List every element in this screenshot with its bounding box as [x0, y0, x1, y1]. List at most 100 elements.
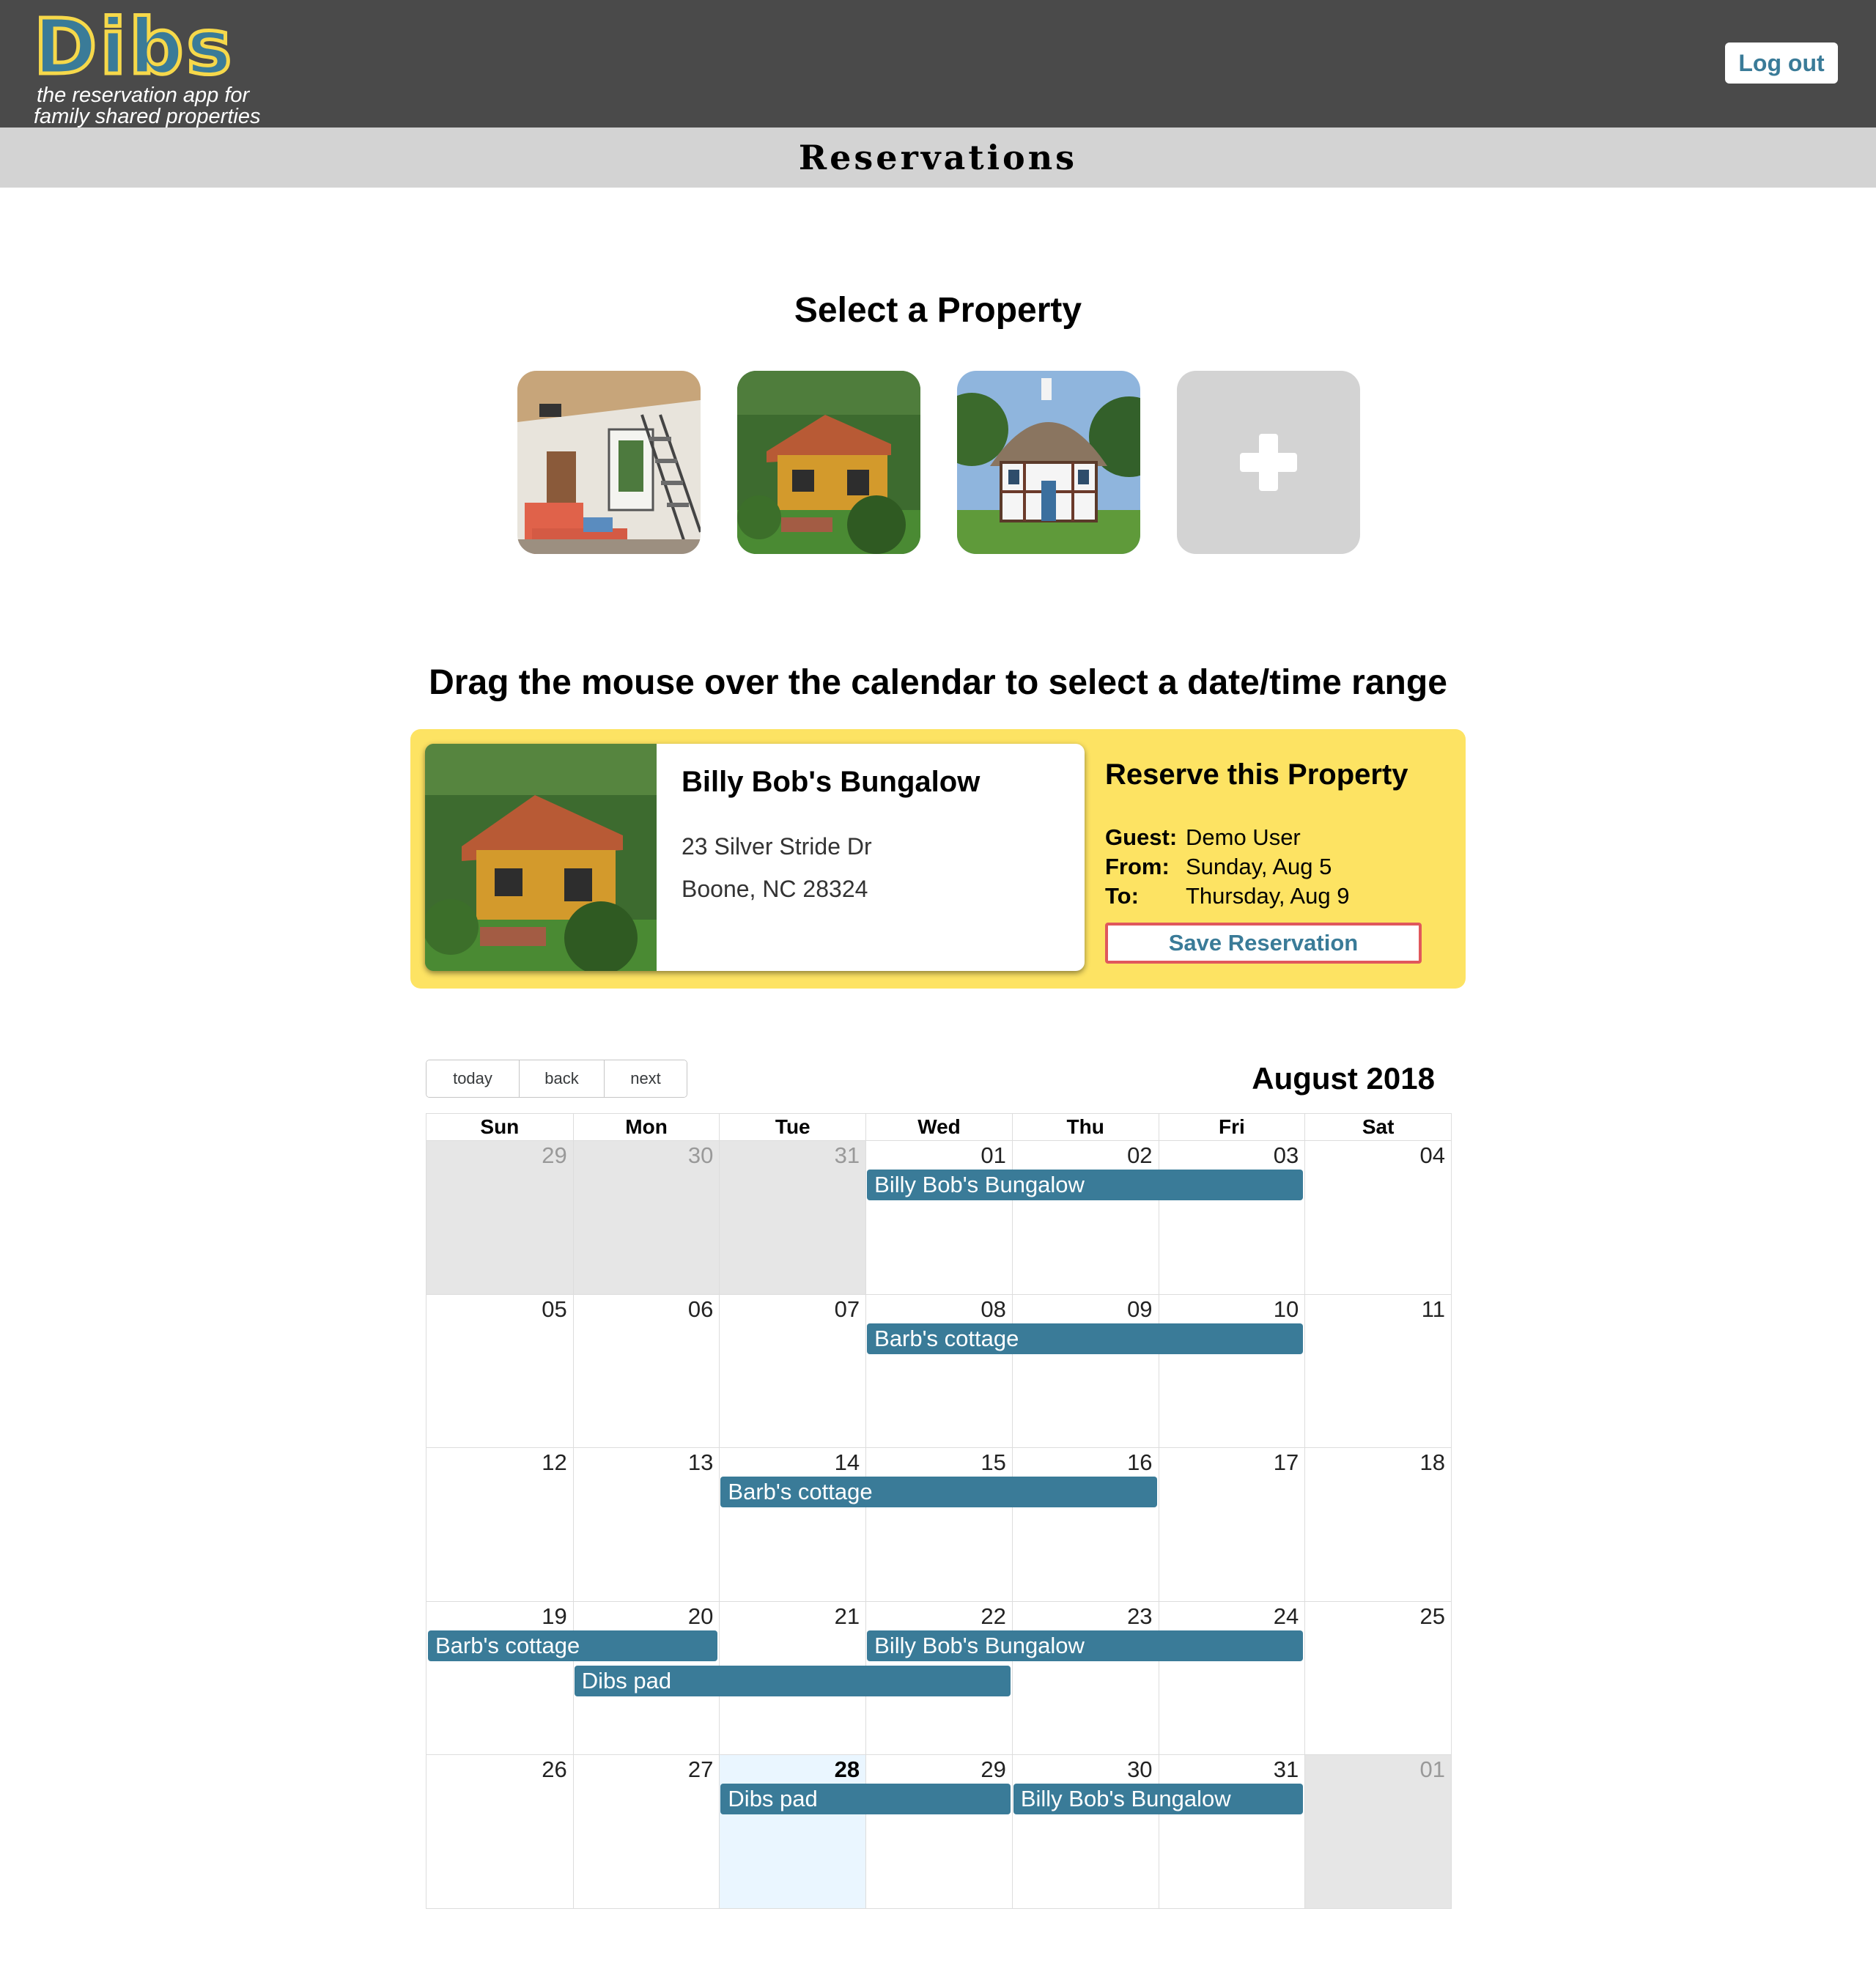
calendar-day-cell[interactable]: 17: [1158, 1447, 1305, 1601]
cottage-photo-image: [957, 371, 1140, 554]
calendar-date-number: 30: [687, 1142, 714, 1168]
today-button[interactable]: today: [426, 1060, 519, 1097]
calendar-event[interactable]: Dibs pad: [720, 1784, 1011, 1815]
save-reservation-button[interactable]: Save Reservation: [1105, 923, 1422, 964]
weekday-header-tue: Tue: [719, 1114, 865, 1140]
calendar-day-cell[interactable]: 26: [426, 1754, 573, 1908]
calendar-date-number: 29: [542, 1142, 567, 1168]
calendar-event[interactable]: Dibs pad: [574, 1665, 1011, 1696]
calendar-date-number: 16: [1127, 1449, 1153, 1476]
calendar-day-cell[interactable]: 07: [719, 1293, 866, 1448]
selected-property-photo: [425, 744, 657, 971]
calendar-event[interactable]: Barb's cottage: [428, 1630, 718, 1661]
reserve-property-title: Reserve this Property: [1105, 758, 1408, 791]
to-value: Thursday, Aug 9: [1186, 883, 1350, 909]
calendar-date-number: 29: [981, 1756, 1006, 1783]
calendar-day-cell[interactable]: 16: [1011, 1447, 1159, 1601]
page-title: Reservations: [798, 138, 1078, 177]
weekday-header-sun: Sun: [480, 1115, 520, 1138]
calendar-day-cell[interactable]: 25: [1304, 1600, 1451, 1755]
calendar-day-cell[interactable]: 19: [426, 1600, 573, 1755]
calendar-date-number: 07: [834, 1296, 860, 1322]
calendar-day-cell[interactable]: 15: [865, 1447, 1012, 1601]
calendar-event[interactable]: Barb's cottage: [720, 1477, 1157, 1508]
logout-button[interactable]: Log out: [1725, 43, 1838, 84]
calendar-day-cell[interactable]: 06: [572, 1293, 720, 1448]
calendar-day-cell[interactable]: 10: [1158, 1293, 1305, 1448]
calendar-day-cell[interactable]: 27: [572, 1754, 720, 1908]
page-title-bar: Reservations: [0, 128, 1876, 188]
weekday-header-mon: Mon: [572, 1114, 720, 1140]
calendar-day-cell[interactable]: 31: [719, 1140, 866, 1294]
calendar-date-number: 06: [687, 1296, 714, 1322]
calendar-day-cell[interactable]: 28: [719, 1754, 866, 1908]
calendar-date-number: 18: [1419, 1449, 1445, 1476]
calendar-day-cell[interactable]: 12: [426, 1447, 573, 1601]
select-property-heading: Select a Property: [794, 291, 1082, 330]
back-button[interactable]: back: [519, 1060, 604, 1097]
calendar-date-number: 04: [1419, 1142, 1445, 1168]
calendar-day-cell[interactable]: 14: [719, 1447, 866, 1601]
calendar-date-number: 31: [834, 1142, 860, 1168]
calendar-day-cell[interactable]: 30: [1011, 1754, 1159, 1908]
weekday-header-thu: Thu: [1011, 1114, 1159, 1140]
calendar-day-cell[interactable]: 31: [1158, 1754, 1305, 1908]
weekday-header-fri: Fri: [1158, 1114, 1305, 1140]
month-calendar[interactable]: Sun Mon Tue Wed Thu Fri Sat 29 30 31 01 02 03 04 05 06 0…: [426, 1113, 1452, 1909]
calendar-day-cell[interactable]: 08: [865, 1293, 1012, 1448]
calendar-date-number: 01: [1419, 1756, 1445, 1783]
calendar-toolbar: today back next: [426, 1060, 687, 1098]
calendar-date-number: 01: [981, 1142, 1006, 1168]
calendar-day-cell[interactable]: 09: [1011, 1293, 1159, 1448]
calendar-day-cell[interactable]: 30: [572, 1140, 720, 1294]
calendar-day-cell[interactable]: 01: [1304, 1754, 1451, 1908]
calendar-day-cell[interactable]: 29: [426, 1140, 573, 1294]
calendar-date-number: 26: [542, 1756, 567, 1783]
calendar-date-number: 25: [1419, 1603, 1445, 1629]
calendar-date-number: 28: [834, 1756, 860, 1783]
selected-property-address-line-2: Boone, NC 28324: [682, 876, 868, 902]
property-thumbnail-bungalow[interactable]: [737, 371, 920, 554]
calendar-day-cell[interactable]: 01: [865, 1140, 1012, 1294]
calendar-event[interactable]: Billy Bob's Bungalow: [867, 1170, 1304, 1200]
property-thumbnail-interior[interactable]: [517, 371, 701, 554]
calendar-day-cell[interactable]: 02: [1011, 1140, 1159, 1294]
calendar-event[interactable]: Barb's cottage: [867, 1323, 1304, 1354]
calendar-date-number: 05: [542, 1296, 567, 1322]
calendar-day-cell[interactable]: 23: [1011, 1600, 1159, 1755]
calendar-date-number: 20: [687, 1603, 714, 1629]
calendar-date-number: 13: [687, 1449, 714, 1476]
guest-row: Guest: Demo User: [1105, 824, 1301, 851]
calendar-day-cell[interactable]: 24: [1158, 1600, 1305, 1755]
app-header: Dibs the reservation app for family shar…: [0, 0, 1876, 128]
calendar-day-cell[interactable]: 13: [572, 1447, 720, 1601]
calendar-day-cell[interactable]: 29: [865, 1754, 1012, 1908]
calendar-day-cell[interactable]: 18: [1304, 1447, 1451, 1601]
calendar-date-number: 21: [834, 1603, 860, 1629]
calendar-day-cell[interactable]: 04: [1304, 1140, 1451, 1294]
reservation-panel: Billy Bob's Bungalow 23 Silver Stride Dr…: [410, 729, 1466, 989]
property-thumbnail-cottage[interactable]: [957, 371, 1140, 554]
dibs-logo[interactable]: Dibs the reservation app for family shar…: [32, 2, 268, 128]
calendar-event[interactable]: Billy Bob's Bungalow: [867, 1630, 1304, 1661]
calendar-date-number: 23: [1127, 1603, 1153, 1629]
to-row: To: Thursday, Aug 9: [1105, 883, 1349, 909]
interior-photo-image: [517, 371, 701, 554]
calendar-day-cell[interactable]: 11: [1304, 1293, 1451, 1448]
calendar-date-number: 30: [1127, 1756, 1153, 1783]
calendar-date-number: 31: [1273, 1756, 1299, 1783]
calendar-date-number: 08: [981, 1296, 1006, 1322]
logo-wordmark: Dibs: [32, 2, 235, 92]
add-property-button[interactable]: [1177, 371, 1360, 554]
next-button[interactable]: next: [604, 1060, 687, 1097]
calendar-date-number: 02: [1127, 1142, 1153, 1168]
calendar-date-number: 27: [687, 1756, 714, 1783]
calendar-event[interactable]: Billy Bob's Bungalow: [1013, 1784, 1304, 1815]
calendar-month-label: August 2018: [1252, 1061, 1435, 1096]
calendar-date-number: 24: [1273, 1603, 1299, 1629]
calendar-day-cell[interactable]: 03: [1158, 1140, 1305, 1294]
calendar-day-cell[interactable]: 05: [426, 1293, 573, 1448]
calendar-date-number: 14: [834, 1449, 860, 1476]
calendar-date-number: 11: [1421, 1296, 1445, 1322]
from-row: From: Sunday, Aug 5: [1105, 854, 1332, 880]
